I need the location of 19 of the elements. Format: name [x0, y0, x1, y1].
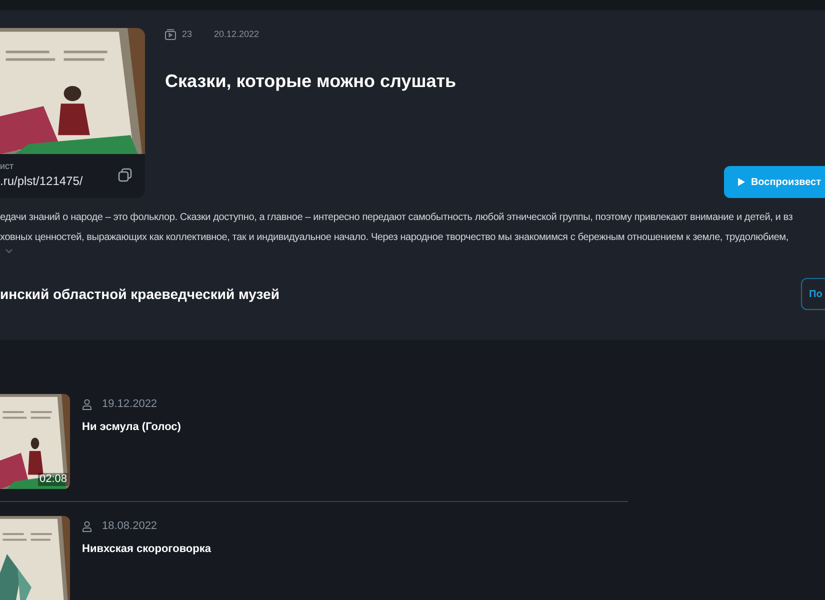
description: едачи знаний о народе – это фольклор. Сказки доступно, а главное – интересно передают самобытность любой этнической группы, поэтому привлекают внимание и детей, и вз ховных ценностей, выражающих как коллективное, так и индивидуальное начало. Через народное творчество мы знакомимся с бережным отношением к земле, трудолюбием,: [0, 211, 794, 245]
expand-icon[interactable]: [5, 248, 13, 254]
playlist-icon: [165, 29, 176, 40]
person-icon: [82, 520, 92, 532]
track-duration: 02:08: [38, 473, 68, 486]
play-icon: [738, 178, 745, 186]
author-button[interactable]: По: [801, 278, 825, 310]
track-date: 19.12.2022: [102, 397, 158, 412]
playlist-title: Сказки, которые можно слушать: [165, 70, 458, 93]
person-icon: [82, 398, 92, 410]
author-name[interactable]: инский областной краеведческий музей: [0, 284, 280, 304]
playlist-date: 20.12.2022: [214, 28, 260, 41]
playlist-link[interactable]: .ru/plst/121475/: [0, 172, 83, 190]
track-title[interactable]: Нивхская скороговорка: [82, 540, 211, 557]
track-title[interactable]: Ни эсмула (Голос): [82, 418, 181, 435]
track-date: 18.08.2022: [102, 519, 158, 534]
copy-icon[interactable]: [118, 168, 132, 182]
track-count: 23: [182, 28, 192, 41]
caption-label: ист: [0, 160, 15, 172]
